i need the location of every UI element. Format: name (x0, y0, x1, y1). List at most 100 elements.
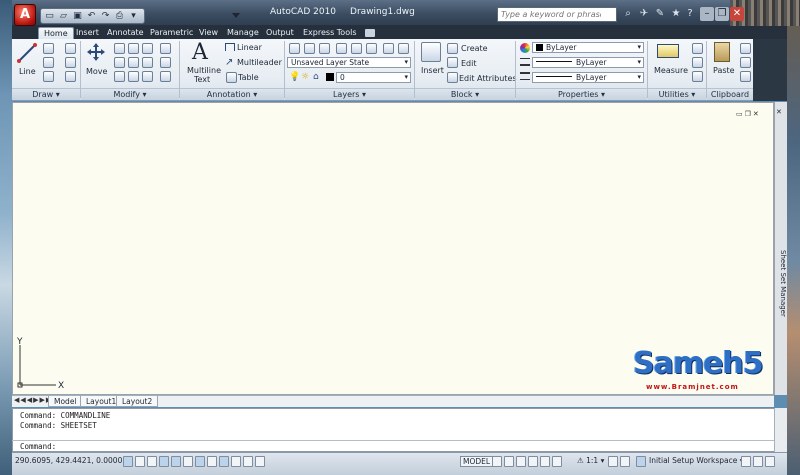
cut-icon[interactable] (740, 43, 751, 54)
line-button[interactable]: Line (19, 67, 36, 76)
sheet-set-manager-palette[interactable] (774, 102, 787, 395)
clean-screen-icon[interactable] (765, 456, 775, 467)
layer-isolate-icon[interactable] (319, 43, 330, 54)
workspace-switching-icon[interactable] (636, 456, 646, 467)
color-dropdown[interactable]: ByLayer (532, 42, 644, 53)
quick-properties-toggle[interactable] (243, 456, 253, 467)
layer-off-icon[interactable] (304, 43, 315, 54)
edit-attributes-button[interactable]: Edit Attributes (459, 74, 517, 83)
layout-tab-layout2[interactable]: Layout2 (116, 396, 159, 407)
open-icon[interactable]: ▱ (57, 10, 70, 22)
communication-icon[interactable]: ✎ (653, 7, 667, 21)
viewport-controls[interactable]: ▭❐✕ (736, 110, 766, 118)
tab-navigation-icons[interactable]: ◀◀◀▶▶▶ (14, 396, 52, 404)
move-button[interactable]: Move (86, 67, 107, 76)
edit-attributes-icon[interactable] (447, 72, 458, 83)
rotate-icon[interactable] (128, 43, 139, 54)
fillet-icon[interactable] (128, 57, 139, 68)
copy-clip-icon[interactable] (740, 57, 751, 68)
dyn-toggle[interactable] (219, 456, 229, 467)
3dosnap-toggle[interactable] (183, 456, 193, 467)
help-icon[interactable]: ? (683, 7, 697, 21)
linetype-dropdown[interactable]: ByLayer (532, 57, 644, 68)
select-all-icon[interactable] (692, 71, 703, 82)
annotation-visibility-icon[interactable] (608, 456, 618, 467)
close-icon[interactable]: ✕ (730, 7, 744, 21)
showmotion-icon[interactable] (552, 456, 562, 467)
undo-icon[interactable]: ↶ (85, 10, 98, 22)
linear-dimension-icon[interactable] (225, 43, 235, 51)
layer-walk-icon[interactable] (398, 43, 409, 54)
insert-button[interactable]: Insert (421, 66, 444, 75)
hatch-icon[interactable] (65, 57, 76, 68)
pan-icon[interactable] (516, 456, 526, 467)
panel-title-draw[interactable]: Draw ▾ (12, 88, 80, 100)
selection-cycling-toggle[interactable] (255, 456, 265, 467)
grid-toggle[interactable] (135, 456, 145, 467)
autoscale-icon[interactable] (620, 456, 630, 467)
create-block-button[interactable]: Create (461, 44, 488, 53)
annotation-scale[interactable]: ⚠ 1:1 ▾ (577, 456, 604, 465)
trim-icon[interactable] (142, 43, 153, 54)
erase-icon[interactable] (160, 43, 171, 54)
explode-icon[interactable] (142, 57, 153, 68)
copy-icon[interactable] (114, 43, 125, 54)
ortho-toggle[interactable] (147, 456, 157, 467)
layer-lock-icon[interactable] (351, 43, 362, 54)
lineweight-toggle[interactable] (231, 456, 241, 467)
layer-properties-icon[interactable] (289, 43, 300, 54)
paste-button[interactable]: Paste (713, 66, 735, 75)
steeringwheel-icon[interactable] (540, 456, 550, 467)
draworder-icon[interactable] (160, 71, 171, 82)
quick-select-icon[interactable] (692, 43, 703, 54)
arc-icon[interactable] (43, 71, 54, 82)
move-icon[interactable] (86, 42, 106, 62)
layer-match-icon[interactable] (366, 43, 377, 54)
command-prompt[interactable]: Command: (20, 442, 56, 451)
measure-icon[interactable] (657, 44, 679, 58)
osnap-toggle[interactable] (171, 456, 181, 467)
snap-mode-toggle[interactable] (123, 456, 133, 467)
plot-icon[interactable]: ⎙ (113, 10, 126, 22)
layer-state-dropdown[interactable]: Unsaved Layer State (287, 57, 411, 68)
stretch-icon[interactable] (114, 71, 125, 82)
subscription-icon[interactable]: ✈ (637, 7, 651, 21)
workspace-dropdown[interactable]: Initial Setup Workspace ▾ (649, 456, 744, 465)
rectangle-icon[interactable] (65, 43, 76, 54)
layer-freeze-icon[interactable] (336, 43, 347, 54)
scale-icon[interactable] (128, 71, 139, 82)
polyline-icon[interactable] (43, 43, 54, 54)
ducs-toggle[interactable] (207, 456, 217, 467)
layer-dropdown[interactable]: 0 (336, 72, 411, 83)
layer-previous-icon[interactable] (383, 43, 394, 54)
panel-title-layers[interactable]: Layers ▾ (285, 88, 414, 100)
table-icon[interactable] (226, 72, 237, 83)
tab-manage[interactable]: Manage (222, 27, 264, 39)
multiline-text-icon[interactable]: A (192, 40, 208, 65)
id-point-icon[interactable] (692, 57, 703, 68)
panel-title-block[interactable]: Block ▾ (415, 88, 515, 100)
layout-tab-model[interactable]: Model (48, 396, 83, 407)
tab-parametric[interactable]: Parametric (145, 27, 198, 39)
panel-title-properties[interactable]: Properties ▾ (516, 88, 647, 100)
edit-block-icon[interactable] (447, 57, 458, 68)
palette-close-icon[interactable]: ✕ (776, 108, 782, 116)
edit-block-button[interactable]: Edit (461, 59, 477, 68)
panel-title-modify[interactable]: Modify ▾ (81, 88, 179, 100)
array-icon[interactable] (142, 71, 153, 82)
tab-home[interactable]: Home (38, 27, 74, 39)
measure-button[interactable]: Measure (654, 66, 688, 75)
line-icon[interactable] (16, 42, 38, 64)
multiline-text-label[interactable]: Multiline (187, 66, 221, 75)
command-scrollbar[interactable] (774, 408, 787, 452)
tab-view[interactable]: View (194, 27, 223, 39)
restore-icon[interactable]: ❐ (715, 7, 729, 21)
table-button[interactable]: Table (238, 73, 259, 82)
panel-title-annotation[interactable]: Annotation ▾ (180, 88, 284, 100)
tab-insert[interactable]: Insert (71, 27, 104, 39)
match-properties-icon[interactable] (740, 71, 751, 82)
coordinate-display[interactable]: 290.6095, 429.4421, 0.0000 (15, 456, 122, 465)
multileader-icon[interactable]: ↗ (225, 57, 233, 68)
otrack-toggle[interactable] (195, 456, 205, 467)
color-wheel-icon[interactable] (520, 43, 530, 53)
